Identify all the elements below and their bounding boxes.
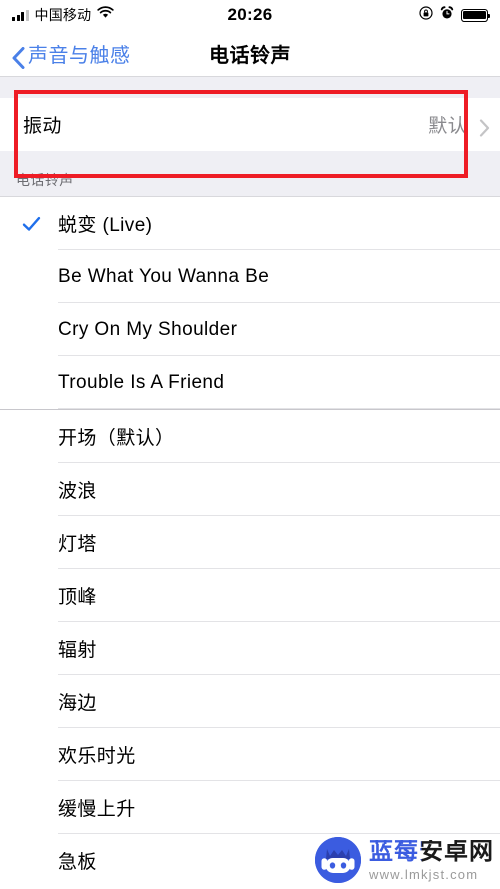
battery-full-icon [461,8,491,22]
ringtone-label: 急板 [58,852,97,873]
section-header-ringtone: 电话铃声 [0,160,500,197]
chevron-left-icon [12,46,25,69]
ringtone-row[interactable]: 海边 [0,675,500,728]
ringtone-label: 波浪 [58,481,97,502]
ringtone-row[interactable]: 开场（默认） [0,410,500,463]
android-robot-logo-icon [315,837,361,883]
ringtone-label: Be What You Wanna Be [58,265,270,287]
chevron-right-icon [479,119,490,137]
ringtone-row[interactable]: Trouble Is A Friend [0,356,500,409]
carrier-label: 中国移动 [34,7,92,23]
ringtone-label: Cry On My Shoulder [58,318,238,340]
group-gap-top [0,77,500,98]
rotation-lock-icon [419,5,433,25]
back-button[interactable]: 声音与触感 [12,39,131,69]
alarm-clock-icon [440,5,454,25]
ringtone-label: 顶峰 [58,587,97,608]
ringtone-label: 灯塔 [58,534,97,555]
navigation-bar: 声音与触感 电话铃声 [0,30,500,76]
phone-screen: 中国移动 20:26 声音与触感 电话铃声 振动 默认 电话铃声 蜕变 (Liv… [0,0,500,889]
checkmark-icon [22,214,41,233]
ringtone-label: 开场（默认） [58,428,175,449]
group-gap-after-vibration [0,151,500,160]
wifi-icon [97,6,114,24]
ringtone-label: 缓慢上升 [58,799,136,820]
watermark-title: 蓝莓安卓网 [369,837,494,865]
vibration-value: 默认 [428,116,467,137]
site-watermark: 蓝莓安卓网 www.lmkjst.com [315,837,494,883]
vibration-label: 振动 [23,116,62,137]
ringtone-label: 辐射 [58,640,97,661]
watermark-text: 蓝莓安卓网 www.lmkjst.com [369,837,494,882]
ringtone-label: 蜕变 (Live) [58,215,153,236]
ringtone-row[interactable]: 欢乐时光 [0,728,500,781]
watermark-url: www.lmkjst.com [369,866,479,882]
signal-bars-icon [12,9,29,21]
ringtone-label: 海边 [58,693,97,714]
ringtone-row[interactable]: Cry On My Shoulder [0,303,500,356]
ringtone-row[interactable]: 缓慢上升 [0,781,500,834]
ringtone-row[interactable]: Be What You Wanna Be [0,250,500,303]
ringtone-row[interactable]: 灯塔 [0,516,500,569]
ringtone-label: 欢乐时光 [58,746,136,767]
ringtone-label: Trouble Is A Friend [58,371,225,393]
ringtone-row[interactable]: 蜕变 (Live) [0,197,500,250]
ringtone-row[interactable]: 波浪 [0,463,500,516]
status-bar-left: 中国移动 [12,5,114,25]
status-bar: 中国移动 20:26 [0,0,500,30]
status-bar-right [419,5,491,25]
ringtone-row[interactable]: 顶峰 [0,569,500,622]
ringtone-row[interactable]: 辐射 [0,622,500,675]
vibration-row[interactable]: 振动 默认 [0,98,500,151]
ringtone-list: 蜕变 (Live) Be What You Wanna Be Cry On My S… [0,197,500,887]
back-button-label: 声音与触感 [28,44,131,67]
